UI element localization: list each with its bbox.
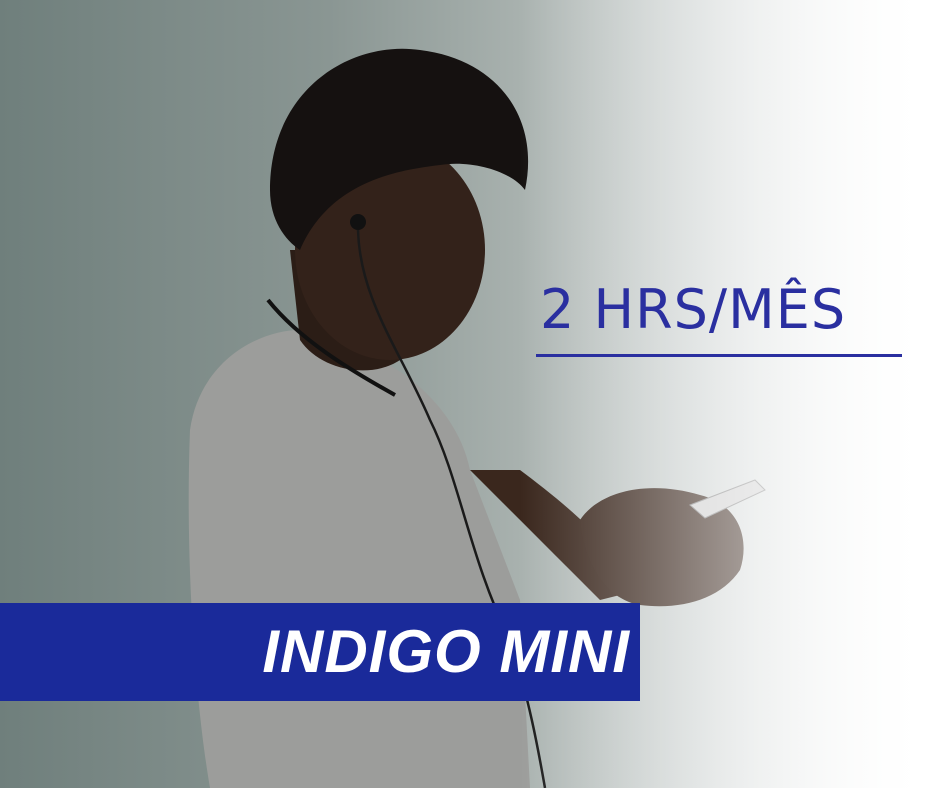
duration-underline [536,354,902,357]
promo-card: 2 HRS/MÊS INDIGO MINI [0,0,940,788]
plan-name-text: INDIGO MINI [262,618,630,685]
earbud [350,214,366,230]
plan-duration-text: 2 HRS/MÊS [540,278,847,341]
